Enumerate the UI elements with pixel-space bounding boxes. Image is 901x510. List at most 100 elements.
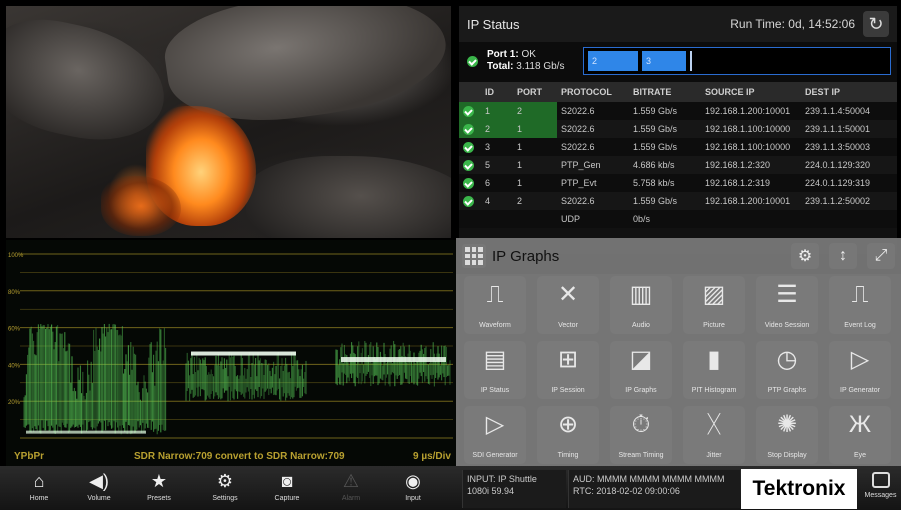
cell-port: 1: [517, 142, 523, 152]
tile-label: Event Log: [844, 322, 876, 329]
input-status[interactable]: INPUT: IP Shuttle 1080i 59.94: [462, 470, 566, 508]
cell-dest: [801, 210, 897, 228]
ip-status-panel: IP Status Run Time: 0d, 14:52:06 ↻ Port …: [459, 6, 897, 254]
stream-table: ID PORT PROTOCOL BITRATE SOURCE IP DEST …: [459, 82, 897, 228]
gear-icon[interactable]: ⚙: [791, 243, 819, 269]
cell-bitrate: 5.758 kb/s: [633, 178, 675, 188]
capture-button[interactable]: ◙ Capture: [258, 470, 316, 508]
tile-label: PIT Histogram: [691, 387, 737, 394]
tile-stream-timing[interactable]: ⏱ Stream Timing: [610, 406, 672, 464]
col-bitrate[interactable]: BITRATE: [629, 82, 701, 102]
cell-protocol: S2022.6: [561, 142, 595, 152]
cell-dest: 239.1.1.1:50001: [805, 124, 871, 134]
tile-ip-session[interactable]: ⊞ IP Session: [537, 341, 599, 399]
tile-label: IP Generator: [840, 387, 880, 394]
cell-source: 192.168.1.100:10000: [705, 142, 791, 152]
tile-event-log[interactable]: ⎍ Event Log: [829, 276, 891, 334]
fullscreen-icon[interactable]: ⤢: [867, 243, 895, 269]
input-button[interactable]: ◉ Input: [384, 470, 442, 508]
tile-ip-generator[interactable]: ▷ IP Generator: [829, 341, 891, 399]
sdi-generator-icon: ▷: [485, 411, 505, 438]
total-value: 3.118 Gb/s: [516, 61, 565, 72]
table-row[interactable]: 6 1 PTP_Evt 5.758 kb/s 192.168.1.2:319 224.0.…: [459, 174, 897, 192]
col-protocol[interactable]: PROTOCOL: [557, 82, 629, 102]
app-tile-grid: ⎍ Waveform ✕ Vector ▥ Audio ▨ Picture ☰ Video Ses…: [464, 276, 891, 464]
port-bandwidth-bar[interactable]: 2 3: [583, 47, 891, 75]
ip-graphs-tools: ⚙ ↕ ⤢: [791, 243, 895, 269]
volume-button[interactable]: ◀) Volume: [70, 470, 128, 508]
cell-id: 4: [485, 196, 491, 206]
audio-rtc-status: AUD: MMMM MMMM MMMM MMMM RTC: 2018-02-02…: [568, 470, 740, 508]
tile-ptp-graphs[interactable]: ◷ PTP Graphs: [756, 341, 818, 399]
table-row[interactable]: UDP 0b/s: [459, 210, 897, 228]
reset-icon[interactable]: ↻: [863, 11, 889, 37]
tile-picture[interactable]: ▨ Picture: [683, 276, 745, 334]
tile-sdi-generator[interactable]: ▷ SDI Generator: [464, 406, 526, 464]
tile-jitter[interactable]: ᚷ Jitter: [683, 406, 745, 464]
stop-display-icon: ✺: [776, 411, 798, 438]
cell-dest: 239.1.1.3:50003: [805, 142, 871, 152]
tile-timing[interactable]: ⊕ Timing: [537, 406, 599, 464]
table-row[interactable]: 5 1 PTP_Gen 4.686 kb/s 192.168.1.2:320 224.0.…: [459, 156, 897, 174]
table-row[interactable]: 4 2 S2022.6 1.559 Gb/s 192.168.1.200:10001 23…: [459, 192, 897, 210]
port-label: Port 1:: [487, 49, 519, 60]
cell-dest: 224.0.1.129:319: [805, 178, 871, 188]
video-session-icon: ☰: [776, 281, 798, 308]
tile-label: Video Session: [764, 322, 810, 329]
cell-port: 2: [517, 196, 523, 206]
cell-bitrate: 1.559 Gb/s: [633, 142, 678, 152]
cell-source: 192.168.1.200:10001: [705, 106, 791, 116]
col-dest-ip[interactable]: DEST IP: [801, 82, 897, 102]
cell-dest: 224.0.1.129:320: [805, 160, 871, 170]
cell-port: 2: [513, 102, 557, 120]
table-row[interactable]: 3 1 S2022.6 1.559 Gb/s 192.168.1.100:10000 23…: [459, 138, 897, 156]
input-format: 1080i 59.94: [467, 486, 515, 496]
messages-button[interactable]: Messages: [860, 470, 901, 508]
bandwidth-segment[interactable]: 3: [642, 51, 686, 71]
col-port[interactable]: PORT: [513, 82, 557, 102]
check-icon: [467, 56, 478, 67]
tile-pit-histogram[interactable]: ▮ PIT Histogram: [683, 341, 745, 399]
home-button[interactable]: ⌂ Home: [10, 470, 68, 508]
tile-label: Vector: [558, 322, 578, 329]
total-label: Total:: [487, 61, 514, 72]
grid-icon[interactable]: [462, 244, 486, 268]
cell-dest: 239.1.1.2:50002: [805, 196, 871, 206]
presets-button[interactable]: ★ Presets: [130, 470, 188, 508]
ip-generator-icon: ▷: [850, 346, 870, 373]
updown-arrow-icon[interactable]: ↕: [829, 243, 857, 269]
bandwidth-segment[interactable]: 2: [588, 51, 638, 71]
camera-icon: ◙: [281, 471, 293, 491]
tile-video-session[interactable]: ☰ Video Session: [756, 276, 818, 334]
row-status: [459, 174, 481, 192]
tile-stop-display[interactable]: ✺ Stop Display: [756, 406, 818, 464]
col-source-ip[interactable]: SOURCE IP: [701, 82, 801, 102]
row-status: [459, 138, 481, 156]
tile-ip-graphs[interactable]: ◪ IP Graphs: [610, 341, 672, 399]
graticule-tick-label: 40%: [8, 363, 21, 369]
tile-waveform[interactable]: ⎍ Waveform: [464, 276, 526, 334]
col-id[interactable]: ID: [481, 82, 513, 102]
stream-table-header: ID PORT PROTOCOL BITRATE SOURCE IP DEST …: [459, 82, 897, 102]
table-row[interactable]: 2 1 S2022.6 1.559 Gb/s 192.168.1.100:10000 23…: [459, 120, 897, 138]
vector-icon: ✕: [557, 281, 579, 308]
table-row[interactable]: 1 2 S2022.6 1.559 Gb/s 192.168.1.200:10001 23…: [459, 102, 897, 120]
col-status: [459, 82, 481, 102]
tile-eye[interactable]: Ж Eye: [829, 406, 891, 464]
tile-ip-status[interactable]: ▤ IP Status: [464, 341, 526, 399]
check-icon: [463, 177, 474, 189]
waveform-format: YPbPr: [14, 450, 45, 462]
nav-label: Alarm: [341, 495, 361, 502]
waveform-display: 100% 80% 60% 40% 20% YPbPr SDR Narrow:709 co…: [6, 240, 459, 466]
alarm-button[interactable]: ⚠ Alarm: [322, 470, 380, 508]
cell-protocol: PTP_Gen: [561, 160, 601, 170]
tile-vector[interactable]: ✕ Vector: [537, 276, 599, 334]
stream-timing-icon: ⏱: [631, 411, 651, 438]
event-log-icon: ⎍: [851, 281, 869, 308]
cell-dest: 239.1.1.4:50004: [805, 106, 871, 116]
tile-label: IP Session: [551, 387, 585, 394]
tile-audio[interactable]: ▥ Audio: [610, 276, 672, 334]
tile-label: Picture: [703, 322, 725, 329]
nav-label: Volume: [87, 495, 111, 502]
settings-button[interactable]: ⚙ Settings: [196, 470, 254, 508]
